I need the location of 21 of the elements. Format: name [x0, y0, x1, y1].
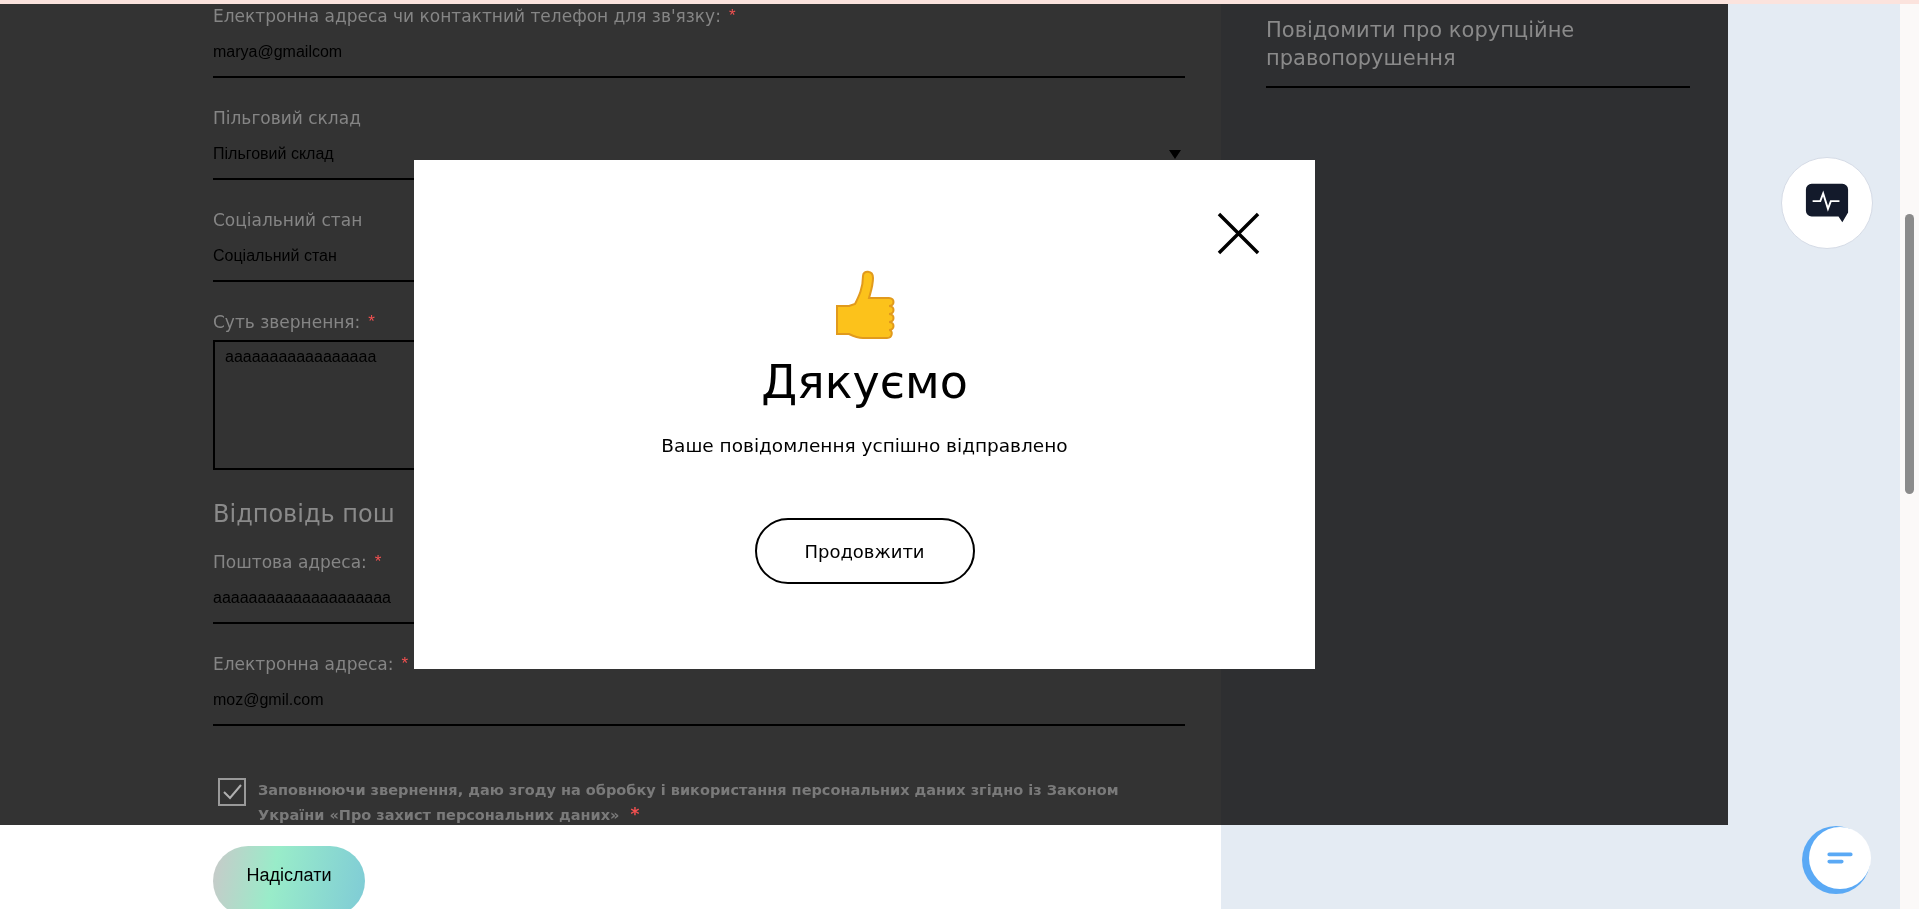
continue-button[interactable]: Продовжити: [754, 518, 975, 584]
sidebar-title: Повідомити про корупційне правопорушення: [1266, 17, 1576, 72]
consent-text: Заповнюючи звернення, даю згоду на обробку і використання персональних даних згідно із Законом України «Про захист персональних даних» *: [258, 781, 1120, 826]
required-mark: *: [728, 6, 736, 26]
required-mark: *: [374, 552, 382, 572]
field-label: Пільговий склад: [213, 108, 361, 128]
field-label: Електронна адреса:: [213, 654, 394, 674]
field-label: Поштова адреса:: [213, 552, 367, 572]
dialog-message: Ваше повідомлення успішно відправлено: [661, 434, 1068, 458]
required-mark: *: [368, 312, 375, 332]
field-label: Суть звернення:: [213, 312, 361, 332]
close-icon[interactable]: [1217, 212, 1260, 255]
dialog-title: Дякуємо: [761, 354, 968, 410]
scrollbar-thumb[interactable]: [1905, 214, 1914, 494]
scrollbar[interactable]: [1900, 4, 1919, 909]
required-mark: *: [401, 654, 409, 674]
submit-button[interactable]: Надіслати: [213, 846, 365, 909]
section-heading: Відповідь пош: [213, 499, 395, 530]
field-label: Соціальний стан: [213, 210, 363, 230]
consent-checkbox[interactable]: [218, 778, 246, 806]
field-label: Електронна адреса чи контактний телефон для зв'язку:: [213, 6, 721, 26]
